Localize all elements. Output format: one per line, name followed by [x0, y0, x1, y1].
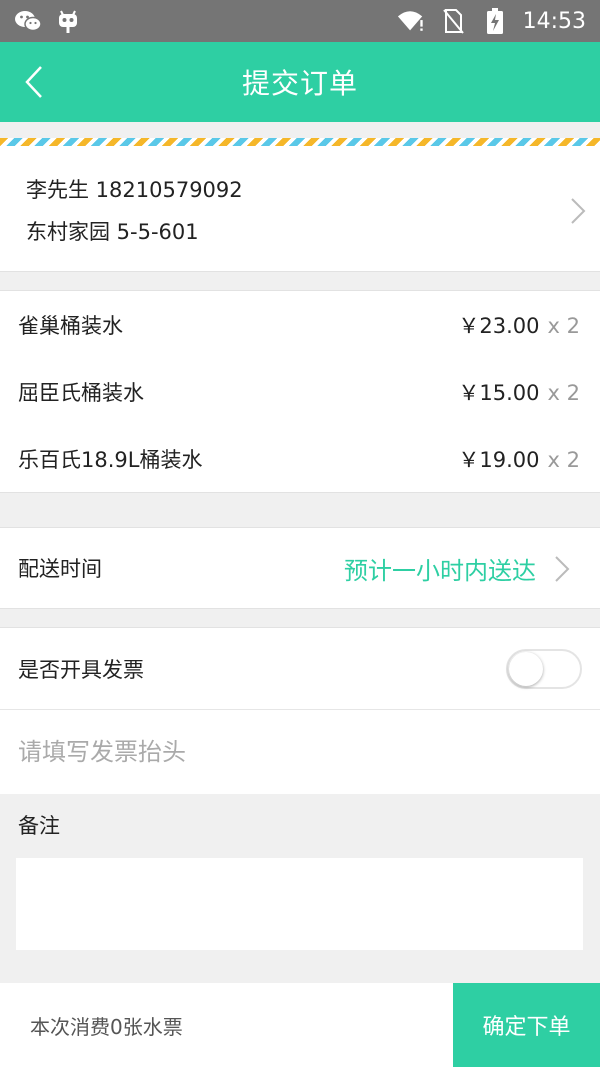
status-left: [14, 7, 82, 35]
address-name-phone: 李先生 18210579092: [26, 178, 243, 202]
title-bar: 提交订单: [0, 42, 600, 122]
list-item: 屈臣氏桶装水 ￥15.00 x 2: [0, 372, 600, 412]
item-name: 乐百氏18.9L桶装水: [18, 448, 203, 472]
chevron-right-icon: [555, 556, 570, 582]
no-sim-icon: [439, 7, 467, 35]
item-price-wrap: ￥23.00 x 2: [458, 310, 580, 340]
list-item: 雀巢桶装水 ￥23.00 x 2: [0, 305, 600, 345]
toggle-knob: [509, 651, 543, 686]
invoice-header-row: [0, 710, 600, 794]
chevron-left-icon: [25, 66, 42, 98]
item-price-wrap: ￥15.00 x 2: [458, 377, 580, 407]
page-title: 提交订单: [241, 67, 358, 100]
chevron-right-icon: [571, 198, 586, 224]
list-item: 乐百氏18.9L桶装水 ￥19.00 x 2: [0, 439, 600, 479]
order-items-list: 雀巢桶装水 ￥23.00 x 2 屈臣氏桶装水 ￥15.00 x 2 乐百氏18…: [0, 290, 600, 493]
invoice-toggle[interactable]: [506, 648, 582, 689]
item-name: 雀巢桶装水: [18, 314, 123, 338]
item-name: 屈臣氏桶装水: [18, 381, 144, 405]
item-qty: x 2: [547, 314, 580, 338]
item-qty: x 2: [547, 381, 580, 405]
address-card[interactable]: 李先生 18210579092 东村家园 5-5-601: [0, 146, 600, 272]
address-stripe-divider: [0, 138, 600, 146]
invoice-row: 是否开具发票: [0, 627, 600, 710]
item-qty: x 2: [547, 448, 580, 472]
wifi-icon: [397, 7, 425, 35]
delivery-time-value: 预计一小时内送达: [344, 556, 536, 585]
bottom-bar: 本次消费0张水票 确定下单: [0, 983, 600, 1067]
item-price: ￥19.00: [458, 448, 540, 472]
invoice-header-input[interactable]: [18, 738, 582, 766]
water-ticket-consumption: 本次消费0张水票: [30, 1014, 183, 1039]
delivery-time-label: 配送时间: [18, 557, 102, 581]
item-price: ￥23.00: [458, 314, 540, 338]
item-price-wrap: ￥19.00 x 2: [458, 444, 580, 474]
status-right: 14:53: [397, 7, 586, 35]
item-price: ￥15.00: [458, 381, 540, 405]
status-bar: 14:53: [0, 0, 600, 42]
status-time: 14:53: [522, 8, 586, 34]
address-detail: 东村家园 5-5-601: [26, 220, 199, 244]
remarks-input[interactable]: [16, 858, 583, 950]
invoice-label: 是否开具发票: [18, 657, 144, 682]
submit-order-button[interactable]: 确定下单: [453, 983, 600, 1067]
android-icon: [54, 7, 82, 35]
back-button[interactable]: [14, 62, 54, 102]
wechat-icon: [14, 7, 42, 35]
delivery-time-row[interactable]: 配送时间 预计一小时内送达: [0, 527, 600, 609]
remarks-label: 备注: [18, 814, 60, 838]
battery-charging-icon: [481, 7, 509, 35]
